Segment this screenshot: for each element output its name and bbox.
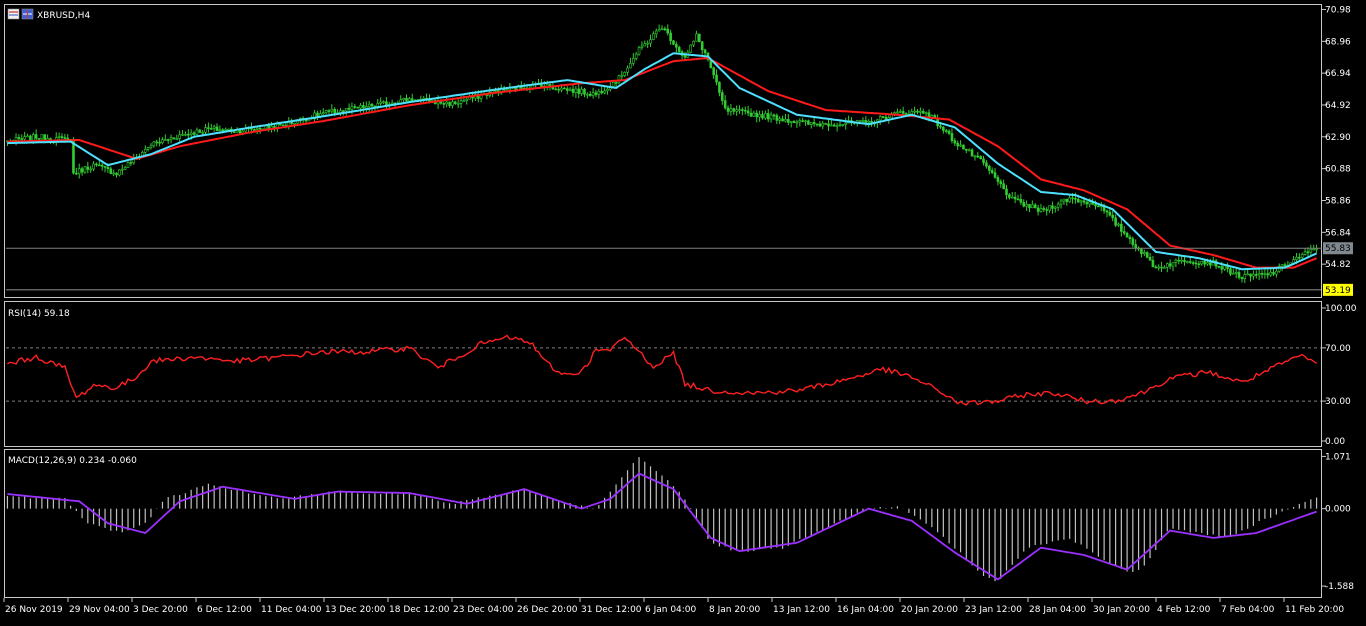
chart-canvas[interactable]: 70.98 68.96 66.94 64.92 62.90 60.88 58.86 56.84…: [0, 0, 1366, 622]
rsi-axis-label: 70.00: [1325, 344, 1351, 354]
time-axis-label: 11 Feb 20:00: [1285, 605, 1344, 615]
rsi-indicator-label: RSI(14) 59.18: [8, 309, 70, 319]
time-axis-label: 6 Jan 04:00: [645, 605, 697, 615]
price-axis-label: 60.88: [1325, 165, 1351, 175]
price-candle: [962, 144, 965, 150]
price-candle: [637, 45, 641, 56]
time-axis-label: 13 Dec 20:00: [325, 605, 386, 615]
price-axis-label: 54.82: [1325, 260, 1351, 270]
price-candle: [698, 33, 701, 43]
price-axis-label: 62.90: [1325, 133, 1351, 143]
rsi-axis-label: 30.00: [1325, 397, 1351, 407]
time-axis-label: 6 Dec 12:00: [197, 605, 252, 615]
rsi-axis-label: 100.00: [1325, 304, 1357, 314]
rsi-axis-label: 0.00: [1325, 437, 1345, 447]
time-axis-label: 7 Feb 04:00: [1221, 605, 1275, 615]
time-axis-label: 4 Feb 12:00: [1157, 605, 1211, 615]
time-axis-label: 26 Nov 2019: [5, 605, 63, 615]
time-axis-label: 13 Jan 12:00: [773, 605, 830, 615]
time-axis-label: 26 Dec 20:00: [517, 605, 578, 615]
time-axis-label: 28 Jan 04:00: [1029, 605, 1086, 615]
trading-chart-window[interactable]: 70.98 68.96 66.94 64.92 62.90 60.88 58.86 56.84…: [0, 0, 1366, 622]
price-axis-label: 66.94: [1325, 69, 1351, 79]
time-axis-label: 16 Jan 04:00: [837, 605, 894, 615]
price-axis-label: 68.96: [1325, 37, 1351, 47]
time-axis-label: 23 Jan 12:00: [965, 605, 1022, 615]
time-axis-label: 3 Dec 20:00: [133, 605, 188, 615]
price-candle: [1145, 251, 1149, 259]
price-axis-label: 58.86: [1325, 196, 1351, 206]
price-axis-label: 64.92: [1325, 101, 1351, 111]
price-axis-label: 70.98: [1325, 5, 1351, 15]
price-candle: [689, 44, 693, 54]
time-axis-label: 31 Dec 12:00: [581, 605, 642, 615]
current-price-tag-text: 55.83: [1325, 244, 1351, 254]
low-price-tag-text: 53.19: [1325, 286, 1351, 296]
time-axis-label: 8 Jan 20:00: [709, 605, 761, 615]
macd-axis-label: 1.071: [1325, 452, 1351, 462]
time-axis-label: 23 Dec 04:00: [453, 605, 514, 615]
time-axis-label: 18 Dec 12:00: [389, 605, 450, 615]
macd-axis-label: 0.000: [1325, 505, 1351, 515]
chart-symbol-label: XBRUSD,H4: [37, 11, 90, 21]
macd-axis-label: -1.588: [1325, 582, 1354, 592]
price-candle: [672, 39, 675, 45]
time-axis-label: 29 Nov 04:00: [69, 605, 130, 615]
price-axis-label: 56.84: [1325, 228, 1351, 238]
price-candle: [126, 161, 130, 168]
price-candle: [356, 106, 359, 109]
macd-indicator-label: MACD(12,26,9) 0.234 -0.060: [8, 456, 137, 466]
time-axis-label: 11 Dec 04:00: [261, 605, 322, 615]
time-axis-label: 20 Jan 20:00: [901, 605, 958, 615]
time-axis-label: 30 Jan 20:00: [1093, 605, 1150, 615]
price-candle: [617, 74, 621, 85]
price-candle: [281, 124, 285, 127]
